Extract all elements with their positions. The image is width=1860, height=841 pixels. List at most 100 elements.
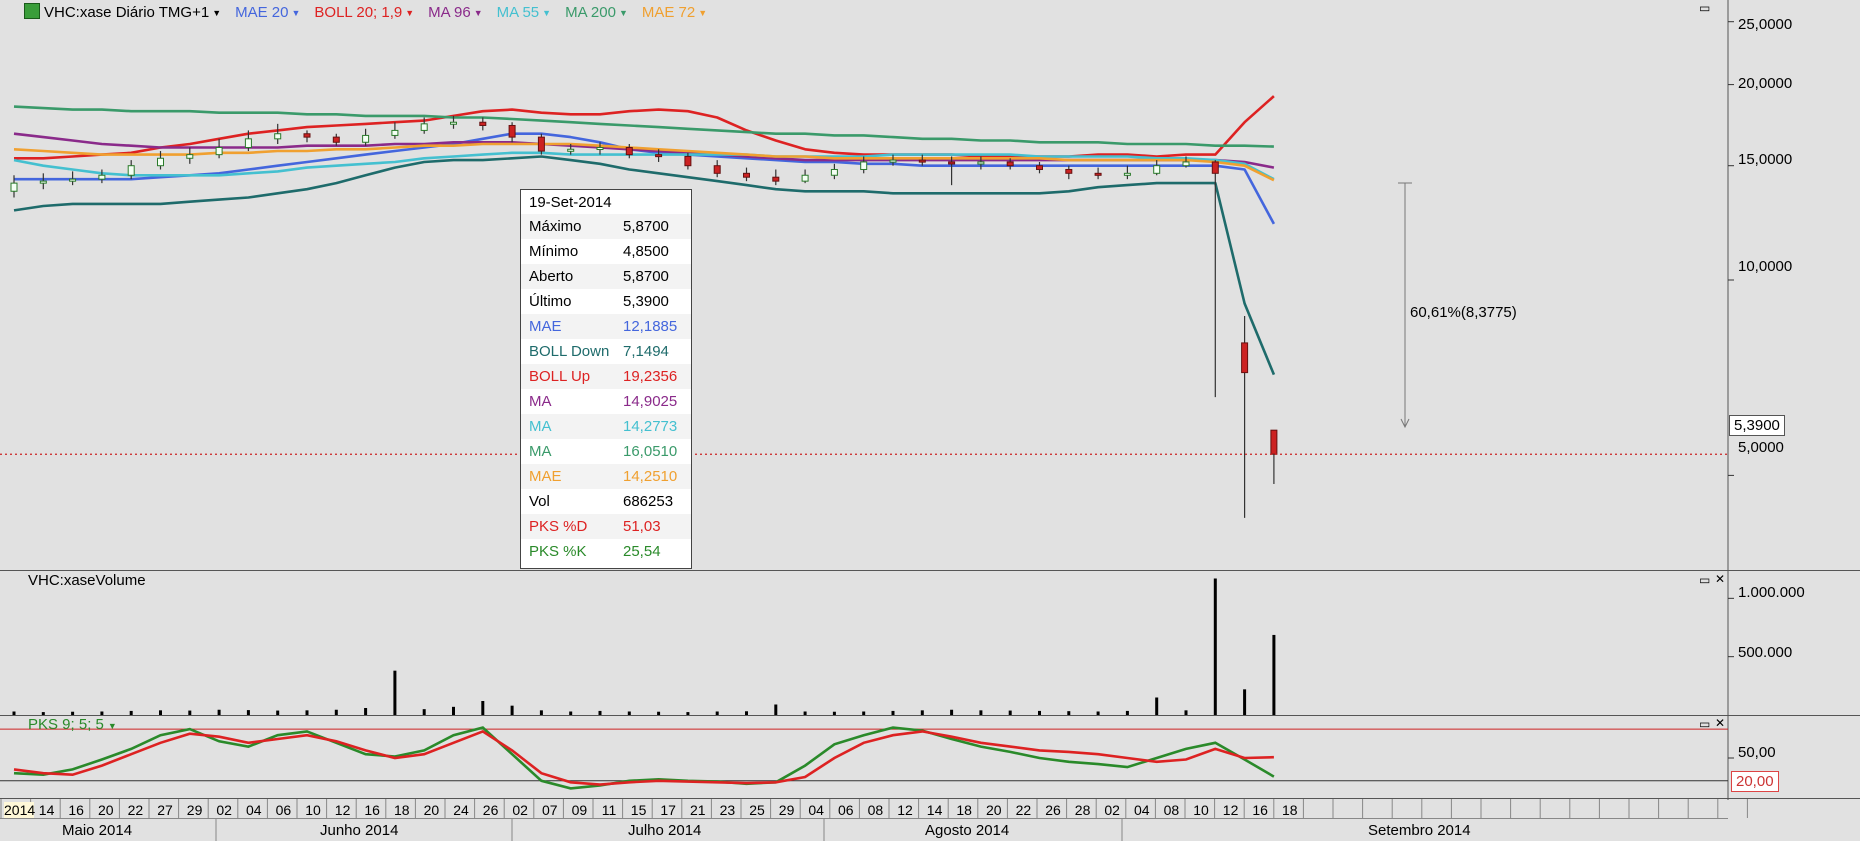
indicator-ma200[interactable]: MA 200 ▼ — [565, 4, 628, 21]
indicator-legend: VHC:xase Diário TMG+1 ▼ MAE 20 ▼ BOLL 20; … — [24, 2, 721, 22]
date-tick: 04 — [246, 802, 262, 818]
month-label: Julho 2014 — [628, 822, 702, 839]
maximize-icon[interactable]: ▭ — [1699, 574, 1710, 586]
tooltip-row: MAE 12,1885 — [521, 314, 691, 339]
candle-body — [274, 133, 282, 140]
candle-body — [479, 121, 487, 126]
tooltip-key: MA — [529, 418, 552, 435]
candle-body — [420, 123, 428, 131]
date-tick: 02 — [216, 802, 232, 818]
candle-body — [1211, 161, 1219, 174]
date-tick: 12 — [897, 802, 913, 818]
tooltip-key: MAE — [529, 318, 562, 335]
tooltip-value: 19,2356 — [623, 368, 678, 385]
tooltip-key: BOLL Up — [529, 368, 591, 385]
pks-panel-title[interactable]: PKS 9; 5; 5 ▼ — [28, 716, 117, 733]
date-tick: 26 — [1045, 802, 1061, 818]
date-tick: 28 — [1074, 802, 1091, 818]
candle-body — [948, 161, 956, 165]
date-tick: 09 — [571, 802, 588, 818]
candle-body — [362, 134, 370, 143]
volume-bar — [188, 710, 192, 715]
tooltip-key: MAE — [529, 468, 562, 485]
close-icon[interactable]: ✕ — [1715, 717, 1725, 729]
date-tick: 16 — [1252, 802, 1268, 818]
indicator-boll[interactable]: BOLL 20; 1,9 ▼ — [314, 4, 414, 21]
volume-bar — [862, 711, 866, 715]
candle-body — [918, 159, 926, 163]
tooltip-key: Máximo — [529, 218, 582, 235]
indicator-ma55[interactable]: MA 55 ▼ — [497, 4, 551, 21]
candle-body — [1182, 161, 1190, 167]
date-tick: 06 — [275, 802, 292, 818]
candle-body — [127, 165, 135, 176]
date-tick: 20 — [423, 802, 440, 818]
candle-body — [1153, 165, 1161, 174]
candle-body — [655, 154, 663, 158]
date-tick: 17 — [660, 802, 676, 818]
candle-body — [860, 161, 868, 170]
date-tick: 29 — [778, 802, 795, 818]
date-tick: 14 — [38, 802, 55, 818]
candle-body — [889, 159, 897, 163]
date-tick: 18 — [956, 802, 972, 818]
candle-body — [10, 182, 18, 192]
volume-bar — [510, 705, 514, 715]
volume-bar — [1184, 710, 1188, 715]
candle-body — [157, 157, 164, 167]
tooltip-row: BOLL Up 19,2356 — [521, 364, 691, 389]
date-tick: 22 — [127, 802, 144, 818]
date-tick: 16 — [364, 802, 380, 818]
tooltip-value: 12,1885 — [623, 318, 678, 335]
price-tick: 5,0000 — [1738, 439, 1784, 456]
date-tick: 24 — [453, 802, 469, 818]
date-tick: 07 — [542, 802, 558, 818]
close-icon[interactable]: ✕ — [1715, 573, 1725, 585]
tooltip-key: Aberto — [529, 268, 574, 285]
date-tick: 10 — [305, 802, 321, 818]
tooltip-key: Mínimo — [529, 243, 579, 260]
volume-bar — [1067, 711, 1071, 715]
candle-body — [1065, 168, 1073, 174]
price-tick: 25,0000 — [1738, 16, 1793, 33]
maximize-icon[interactable]: ▭ — [1699, 2, 1710, 14]
volume-bar — [159, 710, 162, 715]
tooltip-key: PKS %D — [529, 518, 588, 535]
indicator-ma96[interactable]: MA 96 ▼ — [428, 4, 482, 21]
month-label: Setembro 2014 — [1368, 822, 1471, 839]
maximize-icon[interactable]: ▭ — [1699, 718, 1710, 730]
volume-bar — [715, 711, 719, 715]
volume-bar — [217, 709, 221, 715]
price-tick: 10,0000 — [1738, 258, 1793, 275]
tooltip-key: MA — [529, 443, 552, 460]
candle-body — [743, 172, 750, 178]
volume-bar — [832, 711, 836, 715]
candle-body — [537, 136, 545, 152]
chart-canvas[interactable] — [0, 0, 1860, 841]
tooltip-key: PKS %K — [529, 543, 587, 560]
indicator-mae20[interactable]: MAE 20 ▼ — [235, 4, 300, 21]
indicator-mae72[interactable]: MAE 72 ▼ — [642, 4, 707, 21]
volume-bar — [129, 710, 133, 715]
price-tick: 20,0000 — [1738, 75, 1793, 92]
tooltip-value: 5,3900 — [623, 293, 669, 310]
volume-bar — [1213, 578, 1217, 715]
chevron-down-icon: ▼ — [542, 7, 552, 18]
chevron-down-icon: ▼ — [698, 7, 708, 18]
volume-bar — [627, 711, 631, 715]
candle-body — [332, 136, 340, 143]
date-tick: 11 — [601, 802, 617, 818]
chevron-down-icon: ▼ — [405, 7, 415, 18]
symbol-label[interactable]: VHC:xase Diário TMG+1 ▼ — [24, 3, 221, 21]
date-tick: 22 — [1015, 802, 1032, 818]
date-tick: 16 — [68, 802, 84, 818]
volume-bar — [305, 710, 309, 715]
candle-body — [186, 154, 194, 159]
volume-bar — [745, 711, 748, 715]
volume-bar — [686, 712, 690, 715]
tooltip-value: 51,03 — [623, 518, 661, 535]
measurement-label: 60,61%(8,3775) — [1410, 304, 1517, 321]
volume-tick: 500.000 — [1738, 644, 1793, 661]
tooltip-row: MA 16,0510 — [521, 439, 691, 464]
tooltip-value: 5,8700 — [623, 218, 669, 235]
